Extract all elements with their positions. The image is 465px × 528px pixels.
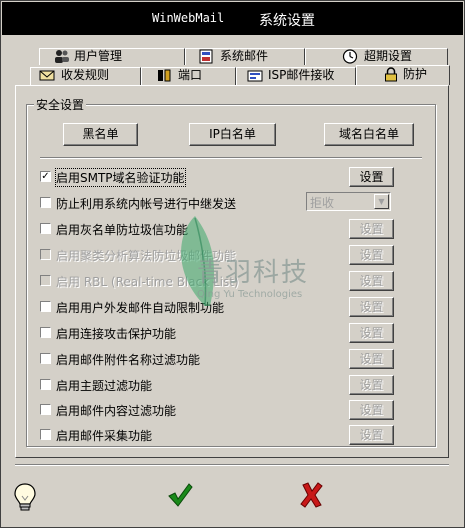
domain-whitelist-button[interactable]: 域名白名单 [324, 123, 414, 146]
mail-collection-checkbox[interactable] [40, 429, 51, 440]
blacklist-button[interactable]: 黑名单 [63, 123, 138, 146]
tab-send-receive-rules[interactable]: 收发规则 [30, 67, 141, 85]
option-label: 启用邮件附件名称过滤功能 [56, 353, 201, 367]
divider [40, 157, 422, 159]
greylist-settings-button[interactable]: 设置 [349, 219, 394, 239]
tab-expiry-settings[interactable]: 超期设置 [305, 48, 448, 65]
x-icon[interactable] [300, 482, 324, 511]
smtp-domain-verify-settings-button[interactable]: 设置 [349, 167, 394, 187]
outbound-limit-checkbox[interactable] [40, 301, 51, 312]
isp-mail-icon [247, 68, 263, 83]
option-label: 防止利用系统内帐号进行中继发送 [56, 197, 237, 211]
tab-system-mail[interactable]: 系统邮件 [185, 48, 305, 65]
content-filter-settings-button[interactable]: 设置 [349, 400, 394, 420]
option-label: 启用用户外发邮件自动限制功能 [56, 301, 225, 315]
tab-label: 收发规则 [61, 68, 110, 82]
group-label: 安全设置 [34, 96, 87, 113]
lock-icon [383, 67, 399, 82]
ip-whitelist-button[interactable]: IP白名单 [189, 123, 276, 146]
cluster-analysis-settings-button[interactable]: 设置 [349, 245, 394, 265]
users-icon [54, 49, 70, 64]
subject-filter-checkbox[interactable] [40, 379, 51, 390]
greylist-checkbox[interactable] [40, 223, 51, 234]
settings-window: WinWebMail 系统设置 用户管理 系统邮件 超期设置 收发规则 端口 I… [0, 0, 465, 528]
connection-attack-checkbox[interactable] [40, 327, 51, 338]
check-icon[interactable] [167, 482, 193, 511]
outbound-limit-settings-button[interactable]: 设置 [349, 297, 394, 317]
tab-isp-mail[interactable]: ISP邮件接收 [236, 67, 356, 85]
mail-collection-settings-button[interactable]: 设置 [349, 425, 394, 445]
connection-attack-settings-button[interactable]: 设置 [349, 323, 394, 343]
tab-label: 超期设置 [364, 49, 413, 63]
attachment-filter-checkbox[interactable] [40, 353, 51, 364]
title-app-name: WinWebMail [152, 11, 225, 25]
option-label: 启用邮件采集功能 [56, 429, 153, 443]
cluster-analysis-checkbox[interactable] [40, 249, 51, 260]
option-label: 启用灰名单防垃圾信功能 [56, 223, 189, 237]
lightbulb-icon[interactable] [13, 482, 37, 515]
relay-action-value: 拒收 [310, 196, 335, 210]
rbl-settings-button[interactable]: 设置 [349, 271, 394, 291]
system-mail-icon [198, 49, 214, 64]
option-label: 启用SMTP域名验证功能 [55, 168, 186, 187]
tab-port[interactable]: 端口 [141, 67, 236, 85]
option-label: 启用邮件内容过滤功能 [56, 404, 177, 418]
option-label: 启用主题过滤功能 [56, 379, 153, 393]
port-icon [156, 68, 172, 83]
content-filter-checkbox[interactable] [40, 404, 51, 415]
smtp-domain-verify-checkbox[interactable]: ✓ [40, 171, 51, 182]
title-text: 系统设置 [259, 13, 315, 29]
watermark-text: 青羽科技 [197, 258, 310, 288]
tab-label: ISP邮件接收 [268, 68, 335, 82]
tab-user-management[interactable]: 用户管理 [39, 48, 185, 65]
title-bar: WinWebMail 系统设置 [2, 2, 463, 35]
tab-label: 用户管理 [74, 49, 123, 63]
prevent-relay-checkbox[interactable] [40, 197, 51, 208]
rules-icon [39, 68, 55, 83]
relay-action-select[interactable]: 拒收 ▼ [306, 192, 391, 211]
tab-protection[interactable]: 防护 [356, 65, 450, 85]
tab-label: 防护 [403, 67, 428, 81]
chevron-down-icon[interactable]: ▼ [374, 194, 389, 209]
option-label: 启用连接攻击保护功能 [56, 327, 177, 341]
subject-filter-settings-button[interactable]: 设置 [349, 375, 394, 395]
attachment-filter-settings-button[interactable]: 设置 [349, 349, 394, 369]
watermark-subtext: Qing Yu Technologies [197, 289, 303, 300]
rbl-checkbox[interactable] [40, 275, 51, 286]
clock-icon [342, 49, 358, 64]
footer-divider [15, 464, 449, 466]
tab-label: 系统邮件 [220, 49, 269, 63]
tab-label: 端口 [178, 68, 203, 82]
